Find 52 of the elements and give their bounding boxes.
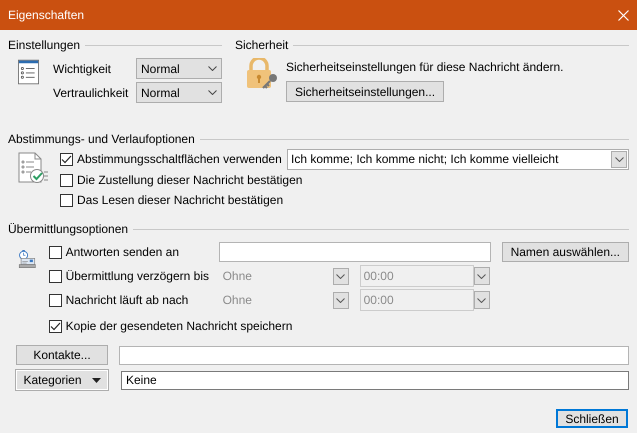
chevron-down-icon [477, 298, 486, 302]
field-label: Wichtigkeit [53, 62, 112, 76]
categories-button[interactable]: Kategorien [16, 370, 108, 390]
chevron-down-icon [208, 66, 217, 71]
group-heading: Sicherheit [235, 38, 288, 52]
categories-field[interactable]: Keine [121, 370, 629, 390]
checkbox[interactable] [60, 194, 73, 206]
chevron-down-icon [336, 274, 346, 278]
group-heading: Übermittlungsoptionen [8, 222, 128, 236]
group-heading: Einstellungen [8, 38, 80, 52]
contacts-field[interactable] [119, 346, 629, 364]
checkbox-label: Nachricht läuft ab nach [66, 293, 188, 307]
field-label: Vertraulichkeit [53, 86, 130, 100]
voting-choices-dropdown[interactable]: Ich komme; Ich komme nicht; Ich komme vielleicht [287, 148, 629, 170]
checkbox-label: Die Zustellung dieser Nachricht bestätigen [77, 173, 302, 187]
date-value: Ohne [222, 293, 252, 307]
checkbox[interactable] [60, 152, 73, 166]
checkbox-label: Übermittlung verzögern bis [66, 269, 209, 283]
checkbox[interactable] [48, 246, 62, 258]
checkbox[interactable] [60, 174, 73, 186]
checkbox[interactable] [48, 320, 62, 332]
group-heading: Abstimmungs- und Verlaufoptionen [8, 132, 195, 146]
dropdown[interactable]: Normal [136, 58, 222, 79]
checkbox-label: Antworten senden an [66, 245, 180, 259]
checkbox-label: Das Lesen dieser Nachricht bestätigen [77, 193, 284, 207]
chevron-down-icon [477, 274, 486, 278]
window-title: Eigenschaften [8, 8, 84, 22]
dropdown[interactable]: Normal [136, 82, 222, 103]
close-button[interactable]: Schließen [556, 409, 628, 428]
chevron-down-icon [208, 90, 217, 95]
dropdown-button[interactable] [332, 292, 349, 308]
select-names-button[interactable]: Namen auswählen... [502, 242, 629, 262]
reply-to-field[interactable] [218, 242, 491, 262]
time-field: 00:00 [360, 265, 474, 287]
dropdown-button[interactable] [474, 267, 490, 285]
chevron-down-icon [614, 156, 624, 162]
checkbox-label: Abstimmungsschaltflächen verwenden [77, 152, 282, 166]
document-check-icon [18, 152, 48, 184]
dropdown-button[interactable] [611, 150, 627, 168]
chevron-down-icon [336, 298, 346, 302]
dropdown-button[interactable] [332, 268, 349, 284]
dropdown-button[interactable] [474, 291, 490, 309]
date-value: Ohne [222, 269, 252, 283]
close-icon[interactable] [618, 10, 629, 20]
checkbox-label: Kopie der gesendeten Nachricht speichern [66, 319, 292, 333]
caret-icon [92, 378, 101, 382]
security-settings-button[interactable]: Sicherheitseinstellungen... [286, 81, 444, 102]
security-description: Sicherheitseinstellungen für diese Nachricht ändern. [286, 60, 564, 74]
list-icon [18, 58, 39, 86]
lock-key-icon [245, 58, 278, 90]
contacts-button[interactable]: Kontakte... [16, 345, 108, 365]
time-field: 00:00 [360, 289, 474, 311]
